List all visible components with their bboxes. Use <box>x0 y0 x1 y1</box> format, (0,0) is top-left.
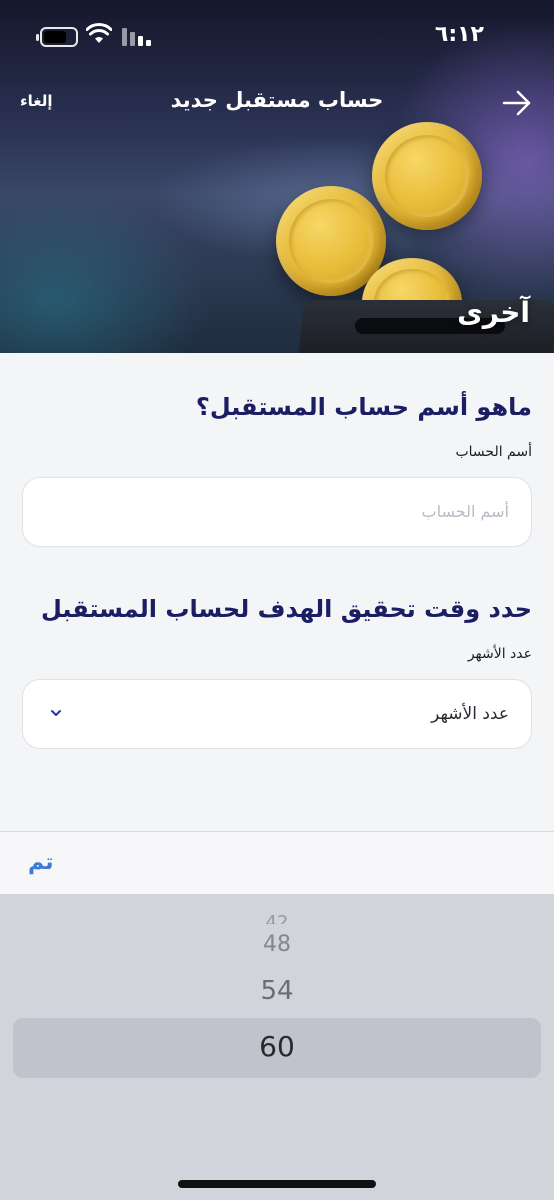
picker-toolbar: تم <box>0 831 554 894</box>
category-label: آخرى <box>457 296 530 329</box>
account-question: ماهو أسم حساب المستقبل؟ <box>195 393 532 421</box>
status-bar: ٦:١٢ <box>0 0 554 70</box>
picker-option-selected[interactable]: 60 <box>0 1030 554 1063</box>
period-label: عدد الأشهر <box>467 646 532 662</box>
picker-option[interactable]: 42 <box>0 912 554 924</box>
status-time: ٦:١٢ <box>434 22 484 47</box>
arrow-right-icon[interactable] <box>500 86 534 120</box>
account-label: أسم الحساب <box>455 444 532 460</box>
months-picker[interactable]: 42 48 54 60 <box>0 894 554 1200</box>
coin-image <box>372 122 482 230</box>
months-select[interactable]: عدد الأشهر <box>22 679 532 749</box>
picker-option[interactable]: 54 <box>0 976 554 1006</box>
signal-icon <box>122 28 152 46</box>
months-select-value: عدد الأشهر <box>431 704 509 724</box>
picker-option[interactable]: 48 <box>0 932 554 957</box>
navigation-bar: إلغاء حساب مستقبل جديد <box>0 80 554 124</box>
period-question: حدد وقت تحقيق الهدف لحساب المستقبل <box>40 595 532 623</box>
form-content: ماهو أسم حساب المستقبل؟ أسم الحساب أسم ا… <box>0 353 554 831</box>
done-button[interactable]: تم <box>28 850 54 875</box>
account-name-field[interactable]: أسم الحساب <box>22 477 532 547</box>
account-name-placeholder: أسم الحساب <box>421 502 509 521</box>
home-indicator[interactable] <box>178 1180 376 1188</box>
battery-icon <box>36 27 78 47</box>
chevron-down-icon <box>51 710 61 716</box>
wifi-icon <box>86 23 112 43</box>
page-title: حساب مستقبل جديد <box>170 88 384 112</box>
